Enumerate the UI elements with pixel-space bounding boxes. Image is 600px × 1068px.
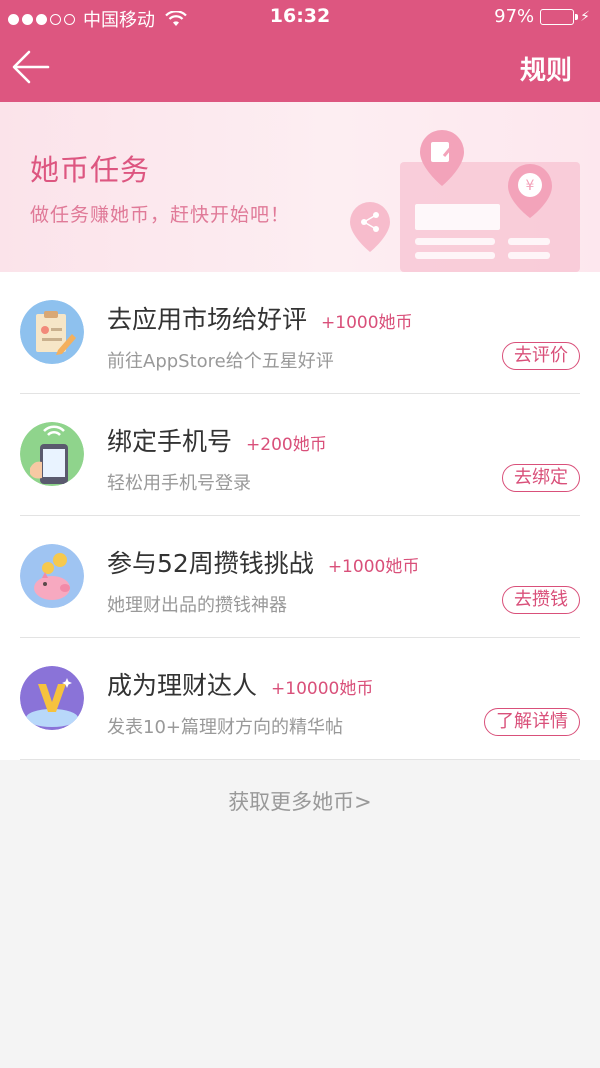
bind-button[interactable]: 去绑定 [502,464,580,492]
v-badge-icon [20,666,84,730]
task-item: 绑定手机号 +200她币 轻松用手机号登录 去绑定 [20,394,580,516]
task-reward: +1000她币 [327,557,420,577]
task-title: 成为理财达人 [107,671,258,700]
rate-button[interactable]: 去评价 [502,342,580,370]
task-title: 参与52周攒钱挑战 [107,549,314,578]
task-description: 轻松用手机号登录 [107,473,251,494]
task-item: 去应用市场给好评 +1000她币 前往AppStore给个五星好评 去评价 [20,272,580,394]
nav-bar: 规则 [0,34,600,102]
rules-button[interactable]: 规则 [520,50,572,87]
task-title-line: 成为理财达人 +10000她币 [107,666,373,702]
piggy-bank-icon [20,544,84,608]
more-coins-link[interactable]: 获取更多她币> [0,786,600,816]
phone-bind-icon [20,422,84,486]
task-reward: +1000她币 [321,313,413,333]
battery-icon [540,8,579,25]
task-description: 发表10+篇理财方向的精华帖 [107,717,343,738]
task-title-line: 绑定手机号 +200她币 [107,422,327,458]
top-bar: 中国移动 16:32 97% ⚡ 规则 [0,0,600,102]
back-button[interactable] [10,46,52,88]
battery-percent: 97% [494,6,535,27]
task-reward: +10000她币 [271,679,374,699]
banner-subtitle: 做任务赚她币，赶快开始吧！ [30,204,291,226]
arrow-left-icon [12,50,50,84]
svg-text:¥: ¥ [526,178,535,194]
clipboard-review-icon [20,300,84,364]
task-title-line: 去应用市场给好评 +1000她币 [107,300,413,336]
status-bar: 中国移动 16:32 97% ⚡ [0,0,600,34]
task-reward: +200她币 [246,435,327,455]
task-title: 去应用市场给好评 [107,305,308,334]
task-title-line: 参与52周攒钱挑战 +1000她币 [107,544,419,580]
task-banner: 她币任务 做任务赚她币，赶快开始吧！ ¥ [0,102,600,272]
task-item: 参与52周攒钱挑战 +1000她币 她理财出品的攒钱神器 去攒钱 [20,516,580,638]
battery-status: 97% ⚡ [494,6,590,27]
banner-illustration: ¥ [350,130,580,272]
task-title: 绑定手机号 [107,427,233,456]
task-description: 她理财出品的攒钱神器 [107,595,287,616]
task-list: 去应用市场给好评 +1000她币 前往AppStore给个五星好评 去评价 绑定… [0,272,600,760]
task-item: 成为理财达人 +10000她币 发表10+篇理财方向的精华帖 了解详情 [20,638,580,760]
banner-title: 她币任务 [30,153,151,187]
save-money-button[interactable]: 去攒钱 [502,586,580,614]
charging-icon: ⚡ [580,8,590,25]
task-description: 前往AppStore给个五星好评 [107,351,334,372]
learn-more-button[interactable]: 了解详情 [484,708,580,736]
